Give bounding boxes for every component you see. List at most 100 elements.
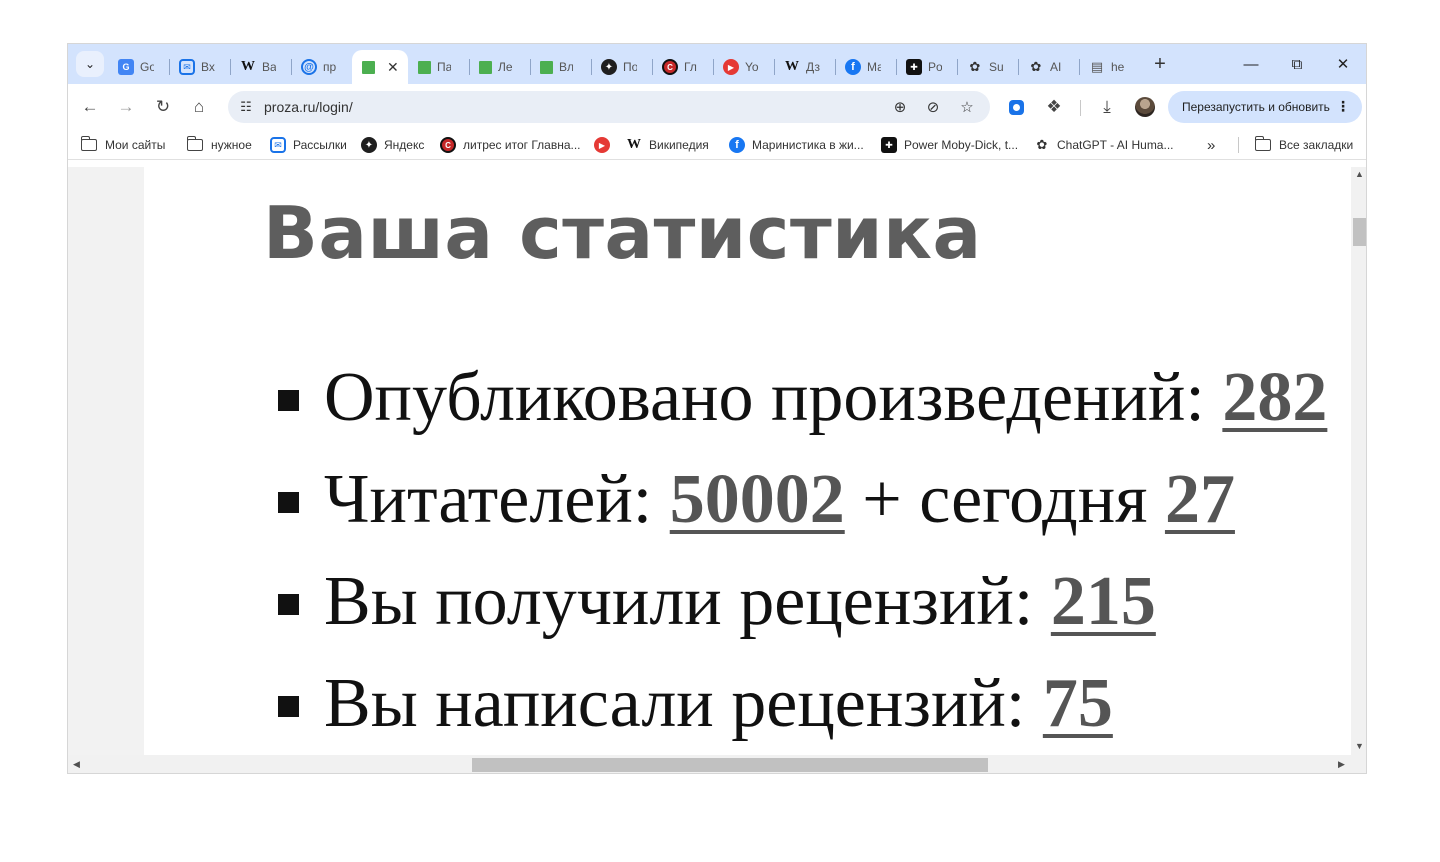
tab-search-button[interactable]: ⌄	[76, 51, 104, 77]
url-text[interactable]: proza.ru/login/	[264, 99, 353, 115]
bookmark-marinistika[interactable]: f Маринистика в жи...	[729, 136, 864, 154]
stat-readers: Читателей: 50002 + сегодня 27	[278, 449, 1327, 551]
puzzle-icon: ❖	[1046, 97, 1062, 116]
bookmark-mailings[interactable]: ✉ Рассылки	[270, 136, 347, 154]
close-window-button[interactable]: ✕	[1320, 50, 1366, 78]
readers-count-link[interactable]: 50002	[670, 460, 845, 540]
wikipedia-icon: W	[785, 59, 799, 74]
star-icon[interactable]: ☆	[955, 95, 979, 119]
forward-button[interactable]: →	[112, 93, 140, 121]
page-viewport: Ваша статистика Опубликовано произведени…	[68, 167, 1351, 755]
bookmark-chatgpt[interactable]: ✿ ChatGPT - AI Huma...	[1034, 136, 1174, 154]
tab-facebook[interactable]: fМа	[835, 50, 896, 84]
scroll-right-arrow-icon[interactable]: ▶	[1338, 759, 1345, 770]
vertical-scroll-thumb[interactable]	[1353, 218, 1366, 246]
tab-google-translate[interactable]: GGo	[108, 50, 169, 84]
double-chevron-right-icon: »	[1207, 136, 1216, 154]
stat-label: Вы написали рецензий:	[324, 665, 1043, 742]
bookmark-my-sites[interactable]: Мои сайты	[80, 136, 165, 154]
youtube-icon: ▶	[594, 137, 610, 153]
bookmarks-overflow-button[interactable]: »	[1207, 136, 1215, 154]
minimize-icon: —	[1243, 55, 1259, 73]
readers-today-link[interactable]: 27	[1165, 460, 1235, 540]
bookmark-power-moby-dick[interactable]: ✚ Power Moby-Dick, t...	[881, 136, 1018, 154]
browser-window: ⌄ GGo ✉Вх WВа @пр ✕ Па Ле Вл ✦По CГл ▶Yo…	[67, 43, 1367, 774]
tab-youtube[interactable]: ▶ Yo	[713, 50, 774, 84]
scroll-down-arrow-icon[interactable]: ▼	[1355, 741, 1364, 751]
new-tab-button[interactable]: +	[1148, 52, 1172, 76]
at-sign-icon: @	[301, 59, 317, 75]
relaunch-label: Перезапустить и обновить	[1182, 100, 1330, 114]
bookmarks-divider	[1238, 137, 1239, 153]
folder-icon	[1254, 136, 1271, 151]
download-icon: ⤓	[1103, 97, 1111, 116]
tab-proza-active[interactable]: ✕	[352, 50, 408, 84]
scroll-left-arrow-icon[interactable]: ◀	[73, 759, 80, 770]
bookmark-wikipedia[interactable]: W Википедия	[626, 136, 709, 154]
tab-proza-2[interactable]: Па	[408, 50, 469, 84]
google-translate-icon: G	[118, 59, 134, 75]
tab-proza-4[interactable]: Вл	[530, 50, 591, 84]
mail-icon: ✉	[179, 59, 195, 75]
more-menu-icon[interactable]: ⋮	[1336, 98, 1350, 115]
tab-book[interactable]: ▤ he	[1079, 50, 1140, 84]
downloads-button[interactable]: ⤓	[1093, 93, 1121, 121]
stat-label: Опубликовано произведений:	[324, 359, 1223, 436]
bookmark-needed[interactable]: нужное	[186, 136, 252, 154]
site-settings-icon[interactable]: ☷	[234, 95, 258, 119]
relaunch-update-button[interactable]: Перезапустить и обновить ⋮	[1168, 91, 1362, 123]
plus-icon: +	[1154, 52, 1166, 75]
tab-proza-3[interactable]: Ле	[469, 50, 530, 84]
reviews-written-link[interactable]: 75	[1043, 664, 1113, 744]
toolbar: ← → ↻ ⌂ ☷ proza.ru/login/ ⊕ ⊘ ☆ ❖ ⤓ Пере…	[68, 84, 1366, 130]
stat-reviews-received: Вы получили рецензий: 215	[278, 551, 1327, 653]
scroll-up-arrow-icon[interactable]: ▲	[1355, 169, 1364, 179]
page-content: Ваша статистика Опубликовано произведени…	[144, 167, 1351, 755]
bookmark-youtube[interactable]: ▶	[594, 136, 617, 154]
close-icon[interactable]: ✕	[387, 59, 399, 76]
zoom-icon[interactable]: ⊕	[888, 95, 912, 119]
back-button[interactable]: ←	[76, 93, 104, 121]
chatgpt-icon: ✿	[969, 59, 981, 74]
facebook-icon: f	[729, 137, 745, 153]
horizontal-scroll-thumb[interactable]	[472, 758, 988, 772]
vertical-scrollbar[interactable]: ▲ ▼	[1351, 167, 1366, 755]
restore-button[interactable]: ⧉	[1274, 50, 1320, 78]
tab-chatgpt-1[interactable]: ✿ Su	[957, 50, 1018, 84]
horizontal-scrollbar[interactable]: ◀ ▶	[68, 755, 1366, 773]
eye-off-icon[interactable]: ⊘	[921, 95, 945, 119]
reviews-received-link[interactable]: 215	[1051, 562, 1156, 642]
tab-litres[interactable]: C Гл	[652, 50, 713, 84]
tab-wikipedia[interactable]: W Ва	[230, 50, 291, 84]
avatar[interactable]	[1135, 97, 1155, 117]
published-count-link[interactable]: 282	[1222, 358, 1327, 438]
tab-mail-ru[interactable]: @ пр	[291, 50, 352, 84]
minimize-button[interactable]: —	[1228, 50, 1274, 78]
stat-label: Читателей:	[324, 461, 670, 538]
tab-strip: ⌄ GGo ✉Вх WВа @пр ✕ Па Ле Вл ✦По CГл ▶Yo…	[68, 44, 1366, 84]
home-button[interactable]: ⌂	[185, 93, 213, 121]
bookmark-litres[interactable]: Cлитрес итог Главна...	[440, 136, 581, 154]
wikipedia-icon: W	[241, 59, 255, 74]
green-square-icon	[540, 60, 553, 74]
address-bar[interactable]: ☷ proza.ru/login/ ⊕ ⊘ ☆	[228, 91, 990, 123]
bookmarks-bar: Мои сайты нужное ✉ Рассылки ✦ Яндекс Cлитр…	[68, 130, 1366, 160]
all-bookmarks[interactable]: Все закладки	[1254, 136, 1353, 154]
bookmark-yandex[interactable]: ✦ Яндекс	[361, 136, 424, 154]
folder-icon	[80, 136, 97, 151]
tab-power[interactable]: ✚ Po	[896, 50, 957, 84]
chevron-down-icon: ⌄	[84, 57, 96, 71]
reload-button[interactable]: ↻	[149, 93, 177, 121]
mail-icon: ✉	[270, 137, 286, 153]
tab-mail-inbox[interactable]: ✉ Вх	[169, 50, 230, 84]
close-icon: ✕	[1336, 56, 1350, 73]
extensions-button[interactable]: ❖	[1040, 93, 1068, 121]
chatgpt-icon: ✿	[1036, 137, 1048, 152]
tab-wikipedia-2[interactable]: W Дз	[774, 50, 835, 84]
power-icon: ✚	[881, 137, 897, 153]
tab-chatgpt-2[interactable]: ✿ AI	[1018, 50, 1079, 84]
extension-button[interactable]	[1002, 93, 1030, 121]
tab-yandex[interactable]: ✦ По	[591, 50, 652, 84]
stat-today-label: + сегодня	[844, 461, 1165, 538]
reload-icon: ↻	[155, 97, 171, 116]
